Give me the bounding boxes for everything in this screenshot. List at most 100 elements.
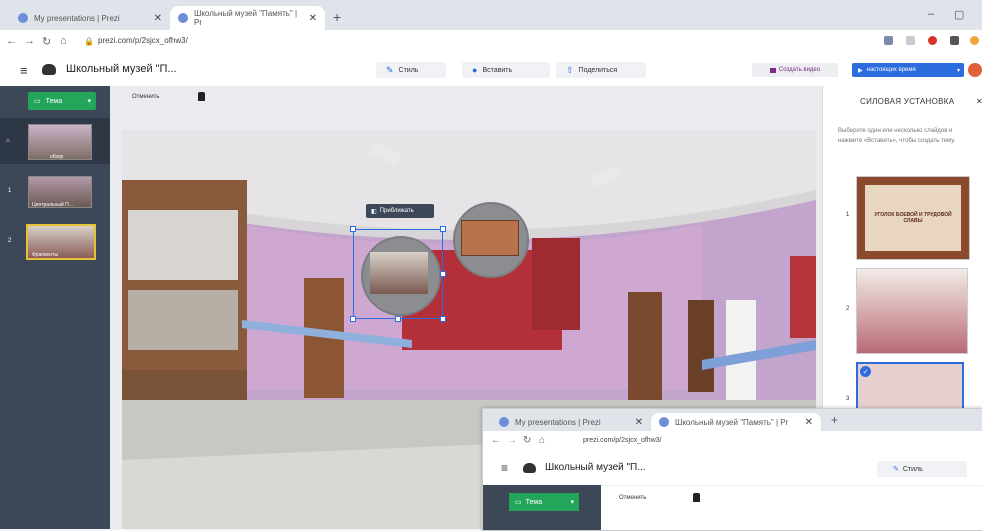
panel-title: СИЛОВАЯ УСТАНОВКА	[860, 97, 955, 106]
home-icon: ⌂	[6, 138, 10, 144]
prezi-logo-icon[interactable]	[42, 64, 56, 75]
overlay-address-bar: ← → ↻ ⌂ prezi.com/p/2sjcx_ofhw3/	[483, 431, 982, 454]
undo-button[interactable]: Отменить	[132, 94, 159, 100]
address-bar: ← → ↻ ⌂ 🔒 prezi.com/p/2sjcx_ofhw3/	[0, 30, 982, 55]
slide-caption: обзор	[50, 154, 64, 160]
video-icon	[769, 67, 776, 73]
brush-icon: ✎	[386, 64, 394, 75]
menu-icon[interactable]: ≡	[501, 461, 508, 475]
translate-icon[interactable]	[884, 36, 893, 45]
extension-icon[interactable]	[950, 36, 959, 45]
chevron-down-icon: ▾	[570, 499, 574, 506]
panel-slide-3[interactable]	[856, 362, 964, 410]
present-button[interactable]: ▶ настоящих время ▾	[852, 63, 964, 77]
extension-icon[interactable]	[928, 36, 937, 45]
theme-button[interactable]: ▭ Тема ▾	[509, 493, 579, 511]
slide-caption: Центральный П...	[32, 202, 73, 208]
profile-icon[interactable]	[970, 36, 979, 45]
resize-handle[interactable]	[440, 226, 446, 232]
url-field[interactable]: prezi.com/p/2sjcx_ofhw3/	[98, 36, 188, 45]
sidebar-item-slide-1[interactable]: 1 Центральный П...	[0, 172, 110, 212]
panel-slide-1[interactable]: УГОЛОК БОЕВОЙ И ТРУДОВОЙ СЛАВЫ	[856, 176, 970, 260]
slide-number: 1	[846, 212, 850, 218]
selection-box[interactable]	[353, 229, 443, 319]
slide-number: 1	[8, 188, 12, 194]
close-icon[interactable]: ✕	[976, 97, 982, 106]
slide-caption: УГОЛОК БОЕВОЙ И ТРУДОВОЙ СЛАВЫ	[865, 185, 961, 251]
layout-icon: ▭	[34, 98, 41, 105]
slide-number: 2	[846, 306, 850, 312]
forward-icon[interactable]: →	[507, 435, 517, 446]
tab-title: Школьный музей "Память" | Pr	[194, 9, 298, 27]
style-button[interactable]: ✎ Стиль	[877, 461, 967, 477]
app-header: ≡ Школьный музей "П... ✎ Стиль ● Вставит…	[0, 54, 982, 87]
chevron-down-icon[interactable]: ▾	[957, 67, 960, 74]
new-tab-button[interactable]: +	[831, 413, 838, 427]
home-icon[interactable]: ⌂	[60, 35, 67, 47]
resize-handle[interactable]	[395, 316, 401, 322]
style-button[interactable]: ✎ Стиль	[376, 62, 446, 78]
tab-school-museum[interactable]: Школьный музей "Память" | Pr ✕	[170, 6, 325, 30]
minimize-icon[interactable]: –	[928, 8, 934, 20]
share-button[interactable]: ⇧ Поделиться	[556, 62, 646, 78]
zoom-in-tooltip[interactable]: ◧ Приближать	[366, 204, 434, 218]
play-icon: ▶	[858, 67, 863, 74]
checkmark-icon[interactable]: ✓	[860, 366, 871, 377]
star-icon[interactable]	[906, 36, 915, 45]
create-video-button[interactable]: Создать видео	[752, 63, 838, 77]
prezi-logo-icon[interactable]	[523, 463, 536, 473]
insert-button[interactable]: ● Вставить	[462, 62, 550, 78]
sidebar-item-slide-2[interactable]: 2 Фрагменты	[0, 220, 110, 264]
maximize-icon[interactable]: ▢	[954, 8, 964, 21]
share-icon: ⇧	[566, 64, 574, 75]
panel-description: Выберите один или несколько слайдов и на…	[838, 128, 956, 144]
resize-handle[interactable]	[440, 271, 446, 277]
prezi-favicon-icon	[178, 13, 188, 23]
undo-button[interactable]: Отменить	[619, 495, 646, 501]
back-icon[interactable]: ←	[6, 35, 17, 47]
new-tab-button[interactable]: +	[333, 9, 341, 25]
menu-icon[interactable]: ≡	[20, 63, 28, 78]
chevron-down-icon: ▾	[87, 98, 91, 105]
slide-number: 2	[8, 238, 12, 244]
sidebar-item-overview[interactable]: ⌂ обзор	[0, 118, 110, 164]
overlay-tab-presentations[interactable]: My presentations | Prezi ✕	[491, 413, 651, 431]
slide-caption: Фрагменты	[32, 252, 59, 258]
url-field[interactable]: prezi.com/p/2sjcx_ofhw3/	[583, 437, 662, 444]
back-icon[interactable]: ←	[491, 435, 501, 446]
reload-icon[interactable]: ↻	[523, 435, 531, 446]
close-icon[interactable]: ✕	[635, 417, 643, 428]
tab-title: My presentations | Prezi	[34, 13, 120, 23]
slide-number: 3	[846, 396, 850, 402]
browser-tab-bar: My presentations | Prezi ✕ Школьный музе…	[0, 0, 982, 30]
overlay-app-header: ≡ Школьный музей "П... ✎ Стиль	[483, 453, 982, 486]
zoom-icon: ◧	[371, 208, 377, 215]
avatar[interactable]	[968, 63, 982, 77]
reload-icon[interactable]: ↻	[42, 35, 51, 48]
trash-icon[interactable]	[693, 493, 700, 502]
close-icon[interactable]: ✕	[154, 13, 162, 24]
resize-handle[interactable]	[440, 316, 446, 322]
resize-handle[interactable]	[350, 316, 356, 322]
close-icon[interactable]: ✕	[805, 417, 813, 428]
panel-slide-2[interactable]	[856, 268, 968, 354]
trash-icon[interactable]	[198, 92, 205, 101]
close-icon[interactable]: ✕	[309, 13, 317, 24]
lock-icon: 🔒	[84, 37, 94, 46]
brush-icon: ✎	[893, 466, 899, 473]
overlay-window: My presentations | Prezi ✕ Школьный музе…	[482, 408, 982, 531]
presentation-title[interactable]: Школьный музей "П...	[545, 462, 646, 473]
prezi-favicon-icon	[659, 417, 669, 427]
layout-icon: ▭	[515, 499, 522, 506]
home-icon[interactable]: ⌂	[539, 435, 545, 446]
plus-icon: ●	[472, 65, 478, 75]
theme-button[interactable]: ▭ Тема ▾	[28, 92, 96, 110]
overlay-tab-bar: My presentations | Prezi ✕ Школьный музе…	[483, 409, 982, 431]
resize-handle[interactable]	[350, 226, 356, 232]
overlay-tab-school-museum[interactable]: Школьный музей "Память" | Pr ✕	[651, 413, 821, 431]
overlay-sidebar: ▭ Тема ▾	[483, 485, 601, 530]
presentation-title[interactable]: Школьный музей "П...	[66, 63, 177, 75]
prezi-favicon-icon	[18, 13, 28, 23]
forward-icon[interactable]: →	[24, 35, 35, 47]
tab-my-presentations[interactable]: My presentations | Prezi ✕	[10, 6, 170, 30]
